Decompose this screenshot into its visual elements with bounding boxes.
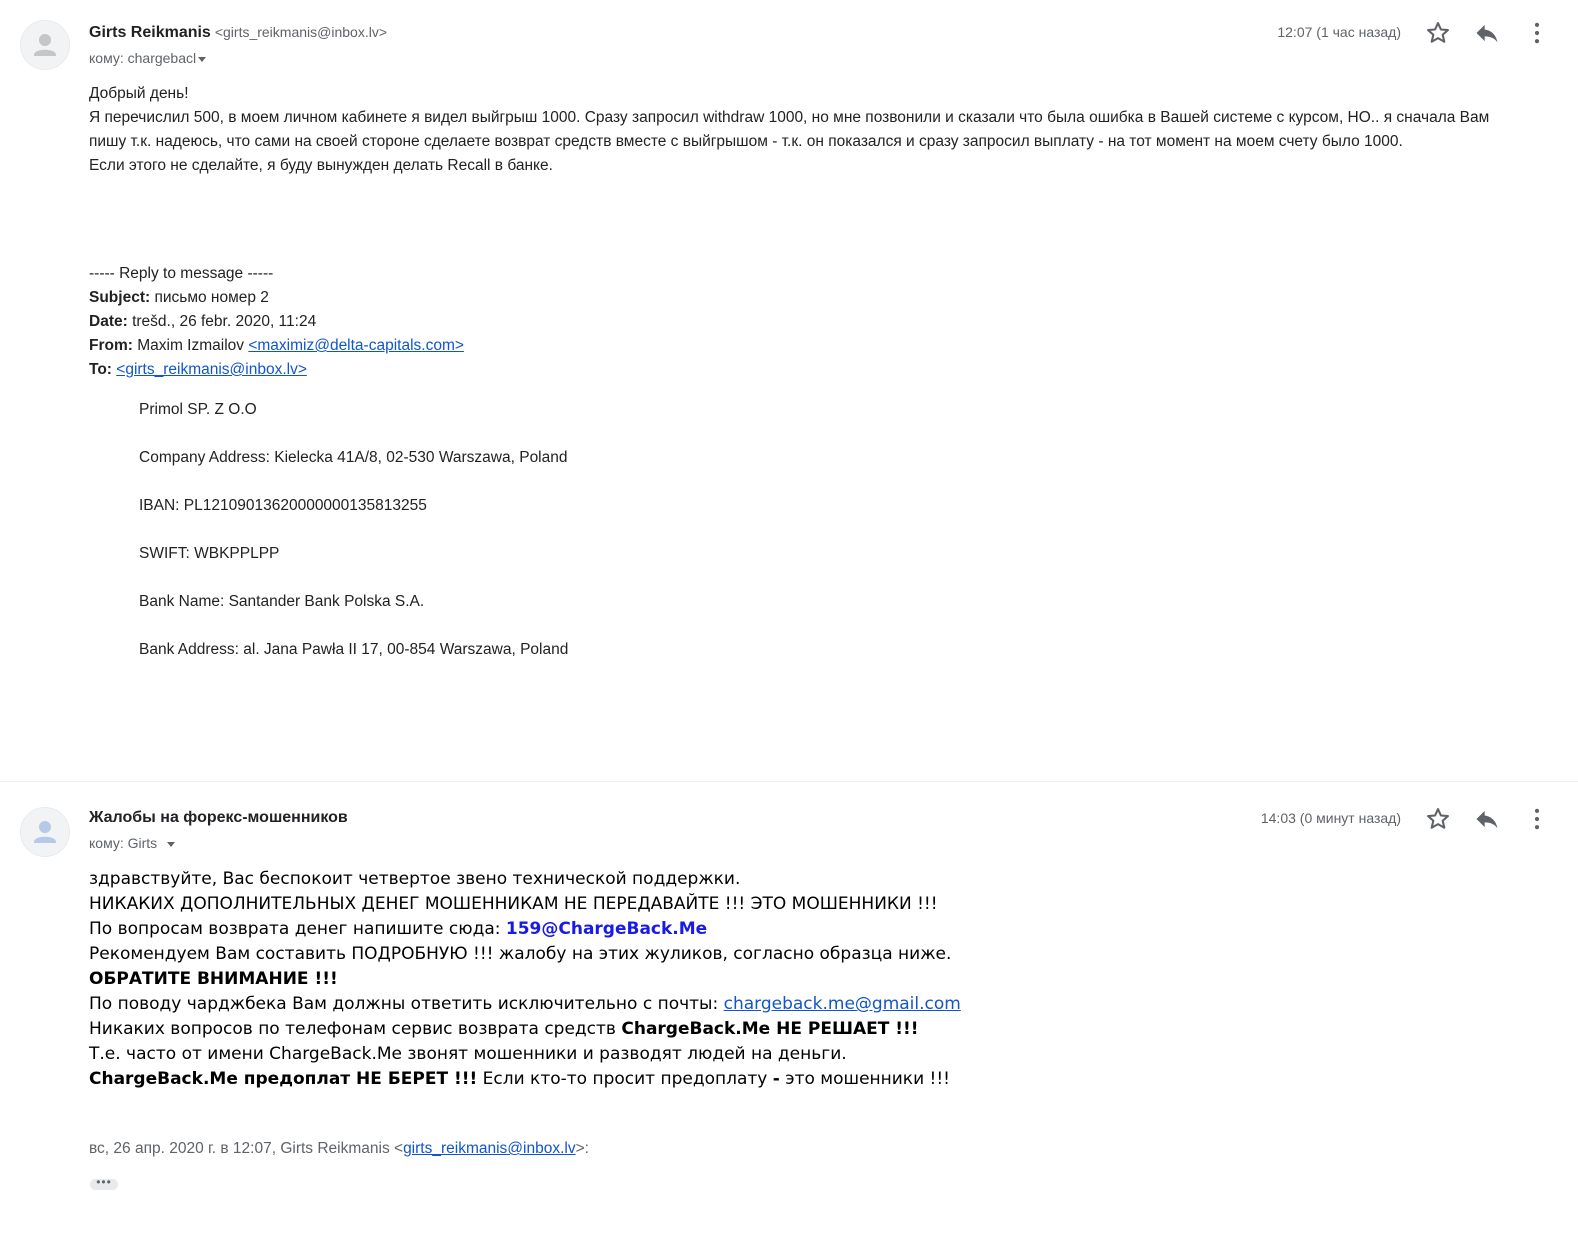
message-divider [0,781,1578,782]
body-text: По вопросам возврата денег напишите сюда… [89,919,506,939]
company-line: IBAN: PL12109013620000000135813255 [139,497,427,514]
sender-avatar[interactable] [20,807,70,857]
body-line: пишу т.к. надеюсь, что сами на своей сто… [89,133,1403,150]
company-line: Company Address: Kielecka 41A/8, 02-530 … [139,449,568,466]
from-name: Maxim Izmailov [132,337,249,354]
more-options-button[interactable] [1523,19,1551,47]
sender-avatar[interactable] [20,20,70,70]
message-time: 12:07 (1 час назад) [1277,24,1401,40]
quoted-header: ----- Reply to message ----- Subject: пи… [89,262,1559,382]
attribution-email-link[interactable]: girts_reikmanis@inbox.lv [403,1140,576,1157]
message-body: Добрый день! Я перечислил 500, в моем ли… [89,82,1559,686]
more-options-button[interactable] [1523,805,1551,833]
chevron-down-icon[interactable] [198,56,207,62]
message-1: Girts Reikmanis <girts_reikmanis@inbox.lv… [0,0,1578,782]
quoted-subject: Subject: письмо номер 2 [89,286,1559,310]
sender-line: Girts Reikmanis <girts_reikmanis@inbox.lv… [89,24,387,42]
attention-text: ОБРАТИТЕ ВНИМАНИЕ !!! [89,969,338,989]
body-text: Если кто-то просит предоплату [477,1069,773,1089]
body-line: Рекомендуем Вам составить ПОДРОБНУЮ !!! … [89,944,952,964]
company-line: Bank Address: al. Jana Pawła II 17, 00-8… [139,641,569,658]
recipient-label: кому: chargebacl [89,50,197,66]
body-text: По поводу чарджбека Вам должны ответить … [89,994,724,1014]
company-line: Primol SP. Z O.O [139,401,257,418]
recipient-label: кому: Girts [89,835,158,851]
reply-button[interactable] [1473,805,1501,833]
reply-divider: ----- Reply to message ----- [89,265,274,282]
quoted-to: To: <girts_reikmanis@inbox.lv> [89,358,1559,382]
body-line: По поводу чарджбека Вам должны ответить … [89,992,1089,1017]
show-trimmed-content-button[interactable]: ••• [90,1176,118,1190]
bold-text: ChargeBack.Me НЕ РЕШАЕТ !!! [621,1019,919,1039]
attribution-text: вс, 26 апр. 2020 г. в 12:07, Girts Reikm… [89,1140,404,1157]
bold-dash: - [772,1069,780,1089]
quoted-from: From: Maxim Izmailov <maximiz@delta-capi… [89,334,1559,358]
support-email-link[interactable]: 159@ChargeBack.Me [506,919,707,939]
subject-value: письмо номер 2 [150,289,269,306]
star-icon [1427,22,1449,43]
star-icon [1427,808,1449,829]
sender-name[interactable]: Girts Reikmanis [89,24,211,41]
recipient-details-toggle[interactable]: кому: Girts [89,835,176,851]
bold-text: ChargeBack.Me предоплат НЕ БЕРЕТ !!! [89,1069,478,1089]
message-2: Жалобы на форекс-мошенников кому: Girts … [0,783,1578,1236]
chevron-down-icon[interactable] [167,841,176,847]
body-text: Никаких вопросов по телефонам сервис воз… [89,1019,622,1039]
gmail-link[interactable]: chargeback.me@gmail.com [724,994,961,1014]
body-line: Я перечислил 500, в моем личном кабинете… [89,109,1490,126]
date-value: trešd., 26 febr. 2020, 11:24 [127,313,317,330]
reply-button[interactable] [1473,19,1501,47]
person-icon [34,821,56,843]
body-line: По вопросам возврата денег напишите сюда… [89,917,1089,942]
star-button[interactable] [1424,805,1452,833]
star-button[interactable] [1424,19,1452,47]
message-time: 14:03 (0 минут назад) [1260,810,1401,826]
attribution-suffix: >: [575,1140,589,1157]
sender-email: <girts_reikmanis@inbox.lv> [214,24,387,40]
quoted-attribution: вс, 26 апр. 2020 г. в 12:07, Girts Reikm… [89,1140,589,1158]
greeting: Добрый день! [89,85,189,102]
to-email-link[interactable]: <girts_reikmanis@inbox.lv> [116,361,307,378]
reply-icon [1476,810,1498,829]
company-line: SWIFT: WBKPPLPP [139,545,280,562]
person-icon [34,34,56,56]
reply-icon [1476,24,1498,43]
company-details: Primol SP. Z O.O Company Address: Kielec… [139,398,1559,662]
body-line: здравствуйте, Вас беспокоит четвертое зв… [89,869,741,889]
recipient-details-toggle[interactable]: кому: chargebacl [89,50,207,66]
sender-line: Жалобы на форекс-мошенников [89,809,348,827]
to-label: To: [89,361,112,378]
body-line: Если этого не сделайте, я буду вынужден … [89,157,553,174]
from-email-link[interactable]: <maximiz@delta-capitals.com> [248,337,464,354]
body-line: Никаких вопросов по телефонам сервис воз… [89,1017,1089,1042]
date-label: Date: [89,313,128,330]
body-line: ОБРАТИТЕ ВНИМАНИЕ !!! [89,967,1089,992]
body-line: Т.е. часто от имени ChargeBack.Me звонят… [89,1044,847,1064]
more-vert-icon [1534,22,1540,44]
company-line: Bank Name: Santander Bank Polska S.A. [139,593,425,610]
quoted-date: Date: trešd., 26 febr. 2020, 11:24 [89,310,1559,334]
more-vert-icon [1534,808,1540,830]
body-text: это мошенники !!! [779,1069,950,1089]
sender-name[interactable]: Жалобы на форекс-мошенников [89,809,348,826]
body-line: НИКАКИХ ДОПОЛНИТЕЛЬНЫХ ДЕНЕГ МОШЕННИКАМ … [89,894,938,914]
subject-label: Subject: [89,289,151,306]
body-line: ChargeBack.Me предоплат НЕ БЕРЕТ !!! Есл… [89,1067,1089,1092]
message-body: здравствуйте, Вас беспокоит четвертое зв… [89,867,1089,1092]
from-label: From: [89,337,133,354]
